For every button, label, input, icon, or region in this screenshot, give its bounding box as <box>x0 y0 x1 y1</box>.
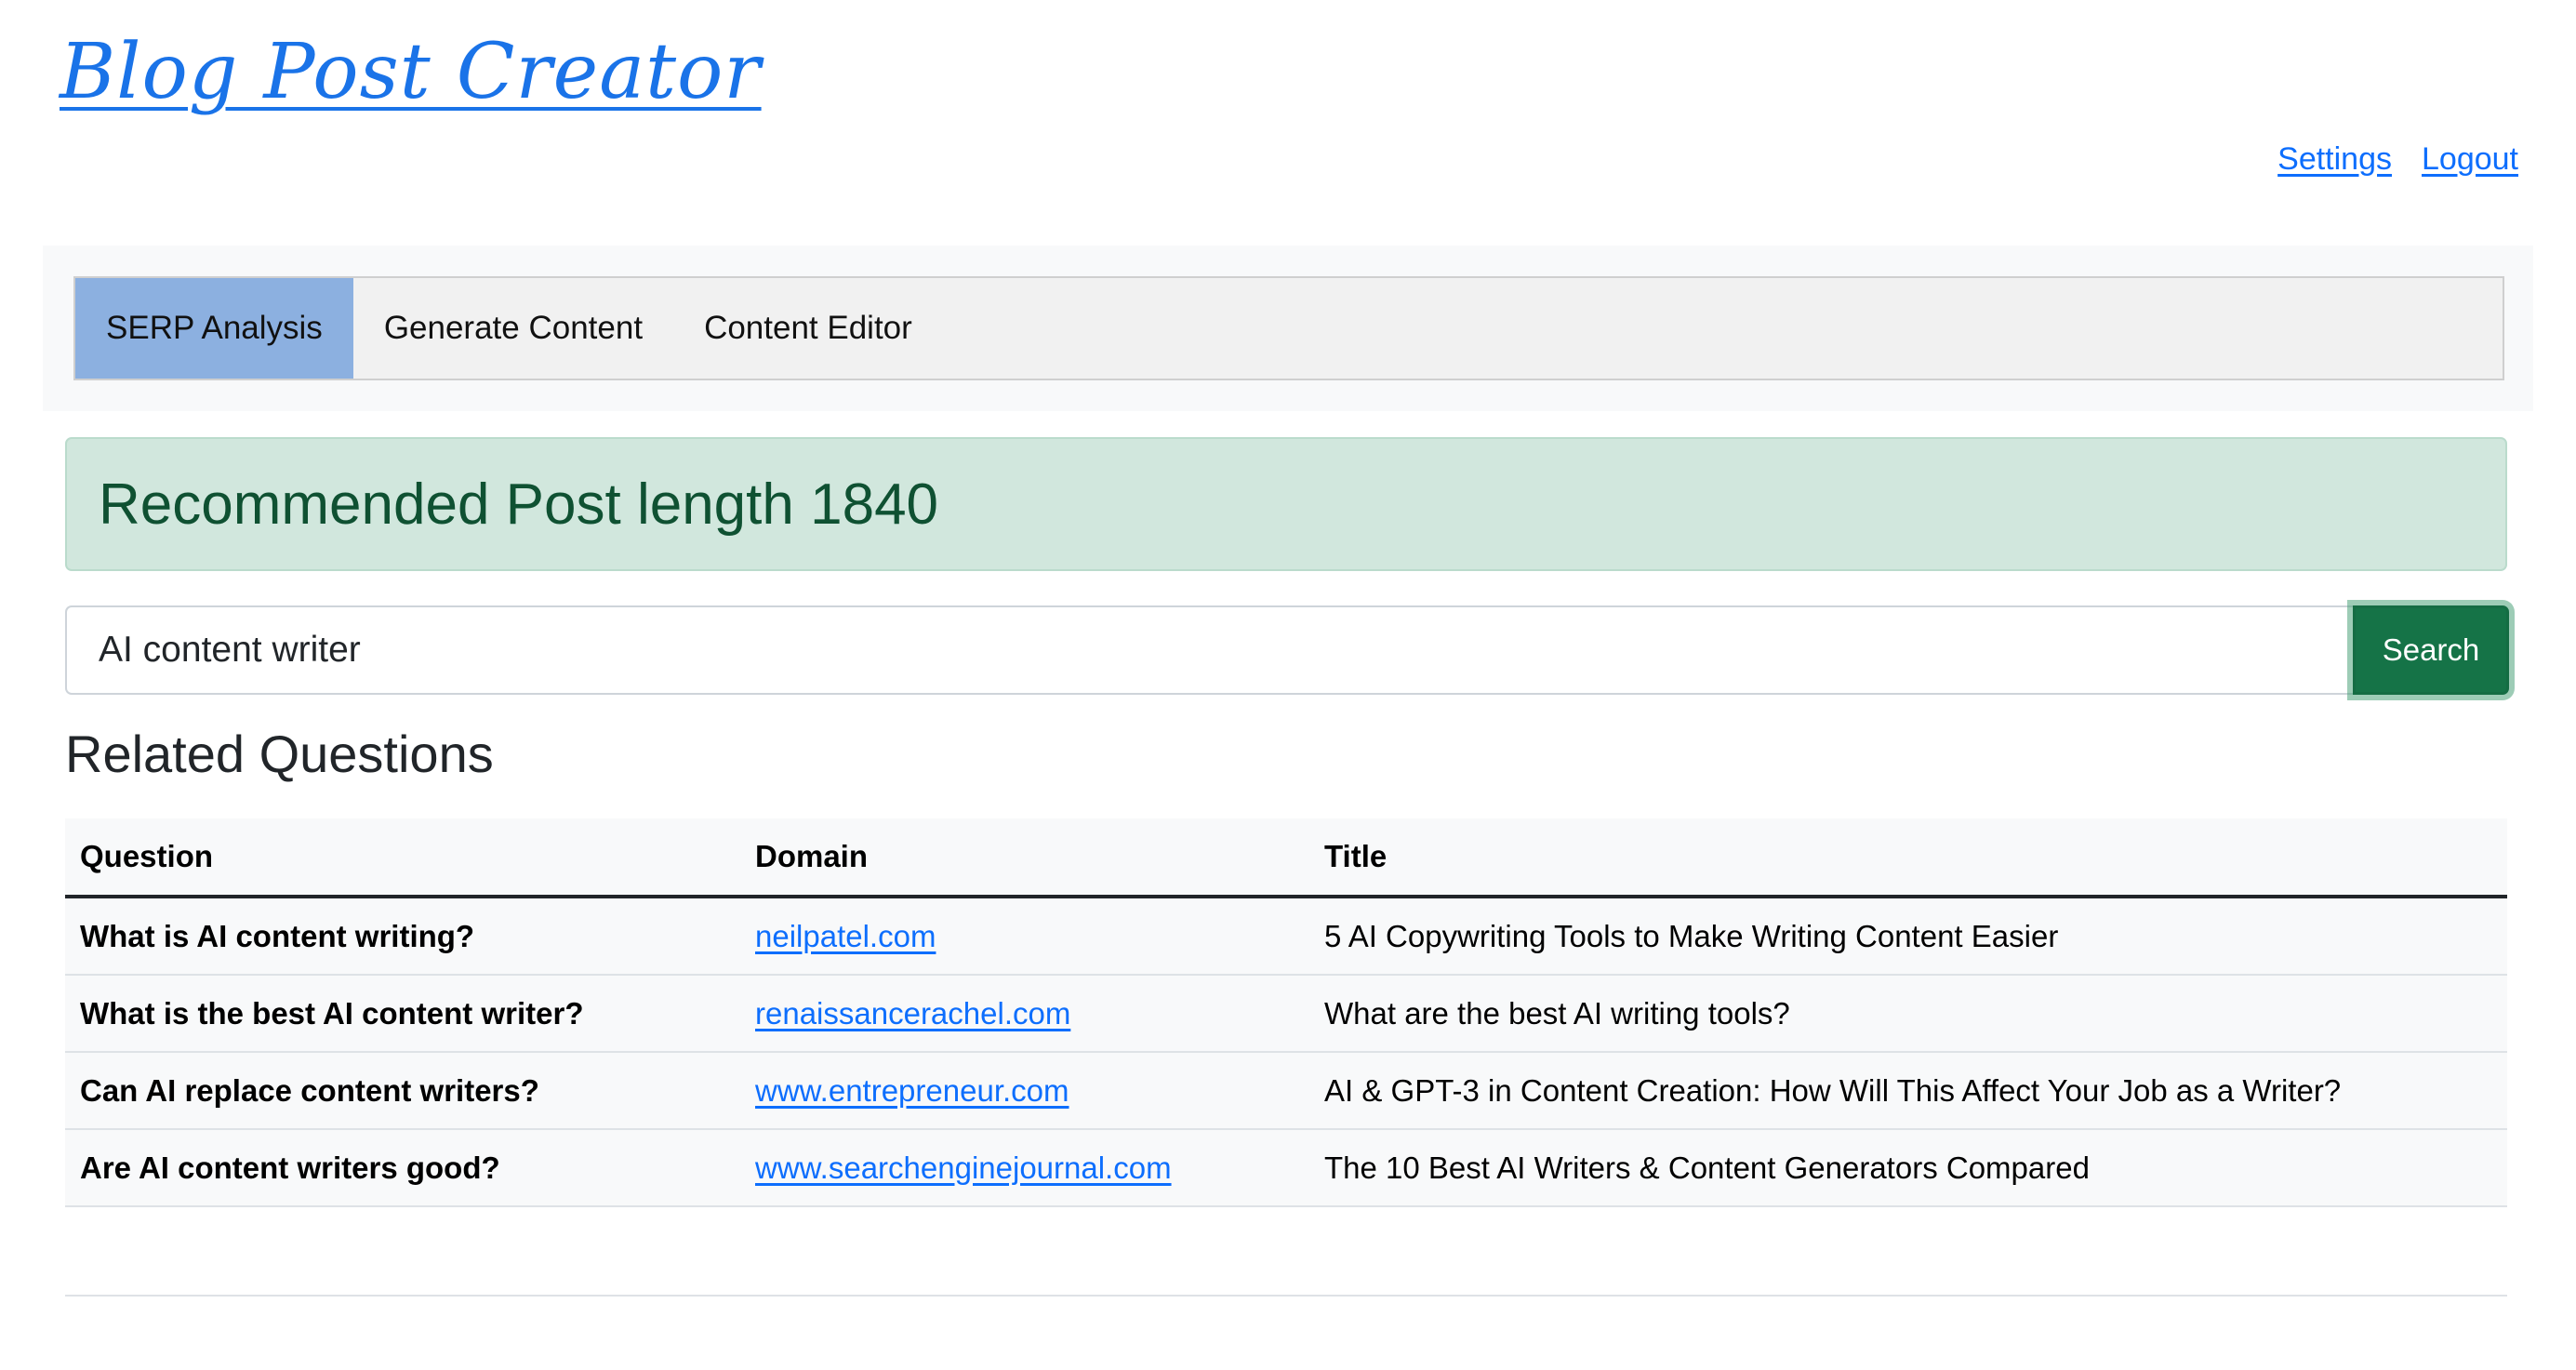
tab-content-editor[interactable]: Content Editor <box>673 278 943 379</box>
column-header-question: Question <box>65 818 740 898</box>
question-cell: Can AI replace content writers? <box>65 1052 740 1130</box>
question-cell: Are AI content writers good? <box>65 1129 740 1207</box>
domain-cell: www.entrepreneur.com <box>740 1052 1309 1130</box>
footer-divider <box>65 1295 2507 1297</box>
title-cell: 5 AI Copywriting Tools to Make Writing C… <box>1309 897 2507 976</box>
navbar: SERP Analysis Generate Content Content E… <box>43 246 2533 411</box>
column-header-domain: Domain <box>740 818 1309 898</box>
table-row: What is AI content writing? neilpatel.co… <box>65 897 2507 976</box>
recommended-length-text: Recommended Post length 1840 <box>99 472 939 537</box>
settings-link[interactable]: Settings <box>2277 141 2392 178</box>
question-cell: What is the best AI content writer? <box>65 975 740 1053</box>
related-questions-table: Question Domain Title What is AI content… <box>65 818 2507 1207</box>
table-header-row: Question Domain Title <box>65 818 2507 898</box>
title-cell: AI & GPT-3 in Content Creation: How Will… <box>1309 1052 2507 1130</box>
domain-cell: renaissancerachel.com <box>740 975 1309 1053</box>
app-logo-link[interactable]: Blog Post Creator <box>60 28 762 116</box>
recommended-length-alert: Recommended Post length 1840 <box>65 437 2507 571</box>
domain-cell: www.searchenginejournal.com <box>740 1129 1309 1207</box>
domain-cell: neilpatel.com <box>740 897 1309 976</box>
column-header-title: Title <box>1309 818 2507 898</box>
related-questions-heading: Related Questions <box>65 725 494 783</box>
tab-generate-content[interactable]: Generate Content <box>353 278 673 379</box>
domain-link[interactable]: neilpatel.com <box>755 919 936 953</box>
domain-link[interactable]: renaissancerachel.com <box>755 996 1070 1031</box>
tab-serp-analysis[interactable]: SERP Analysis <box>75 278 353 379</box>
search-button[interactable]: Search <box>2353 605 2509 695</box>
search-input[interactable] <box>65 605 2353 695</box>
domain-link[interactable]: www.entrepreneur.com <box>755 1073 1069 1108</box>
title-cell: The 10 Best AI Writers & Content Generat… <box>1309 1129 2507 1207</box>
table-row: What is the best AI content writer? rena… <box>65 975 2507 1053</box>
question-cell: What is AI content writing? <box>65 897 740 976</box>
title-cell: What are the best AI writing tools? <box>1309 975 2507 1053</box>
tab-bar: SERP Analysis Generate Content Content E… <box>73 276 2504 380</box>
table-row: Can AI replace content writers? www.entr… <box>65 1052 2507 1130</box>
search-bar: Search <box>65 605 2509 695</box>
header-links: Settings Logout <box>2277 141 2518 178</box>
table-row: Are AI content writers good? www.searche… <box>65 1129 2507 1207</box>
domain-link[interactable]: www.searchenginejournal.com <box>755 1151 1172 1185</box>
logout-link[interactable]: Logout <box>2422 141 2518 178</box>
